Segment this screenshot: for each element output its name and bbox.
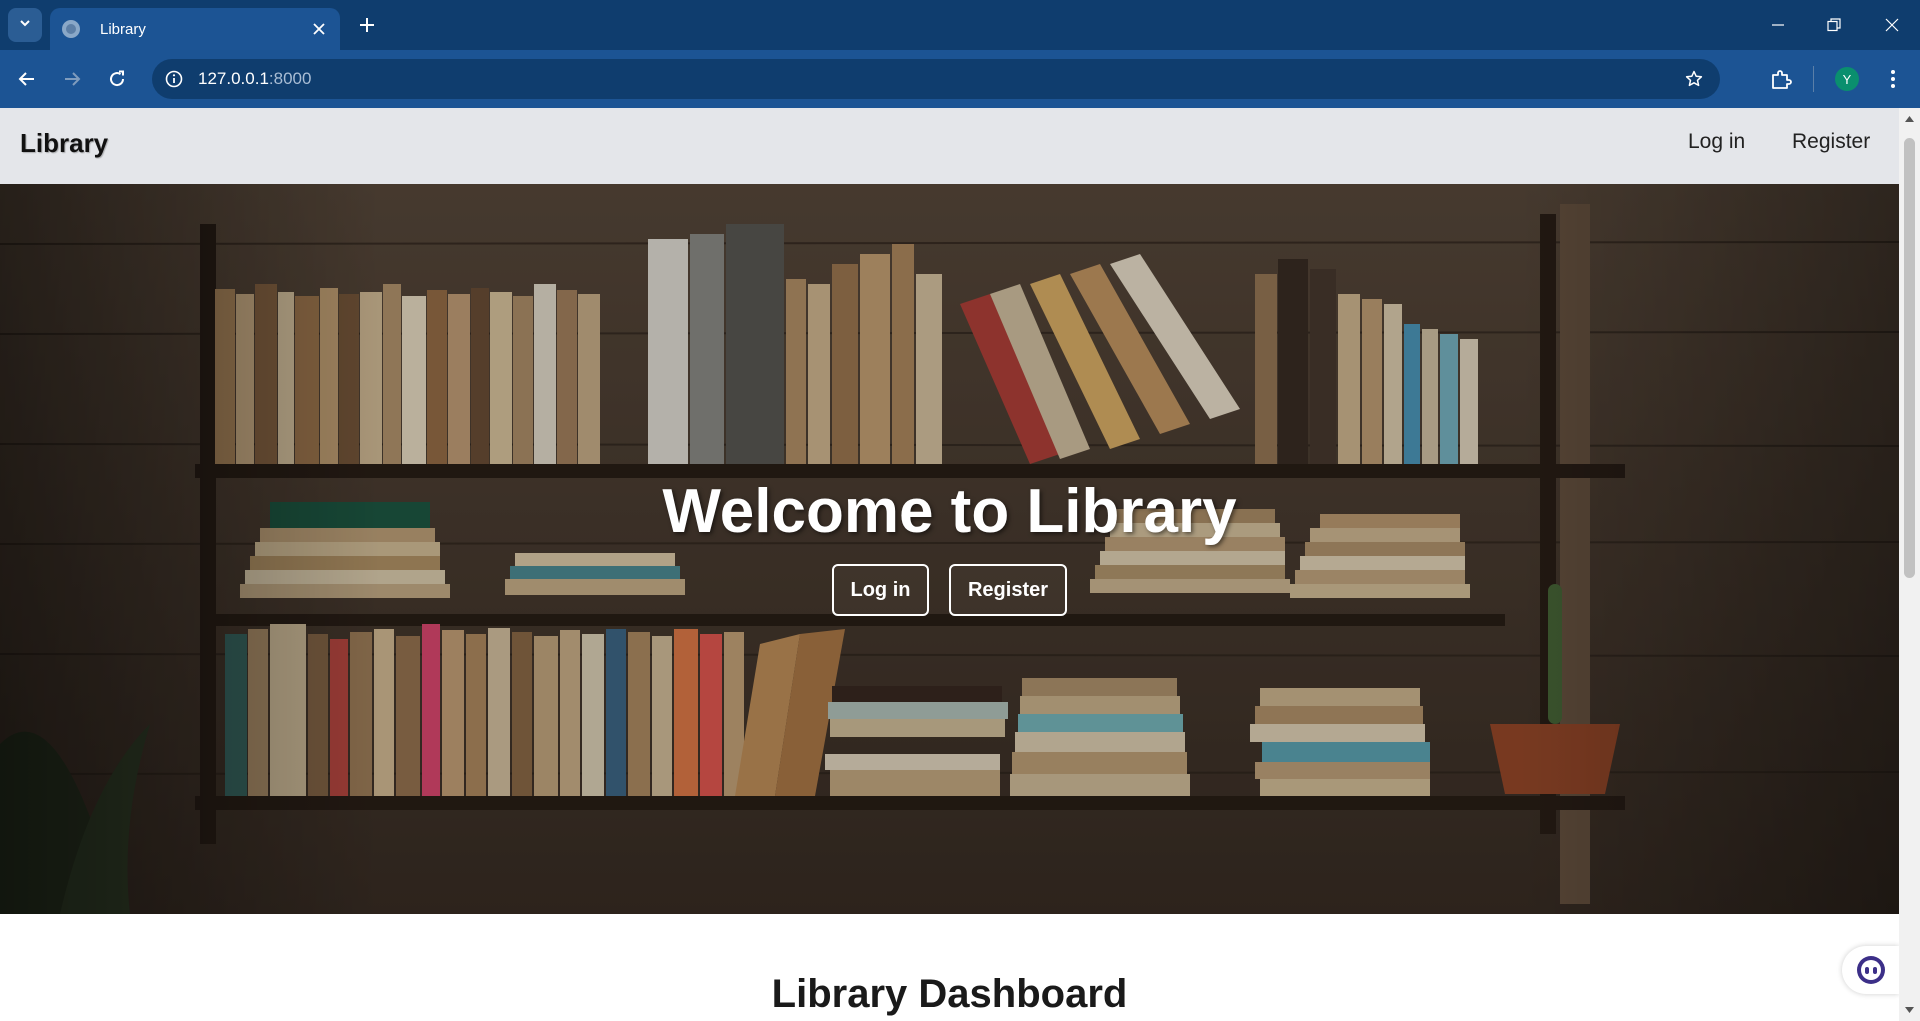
forward-button[interactable] [55,62,89,96]
url-port: :8000 [268,69,312,88]
hero-section: Welcome to Library Log in Register [0,184,1899,914]
hero-register-button[interactable]: Register [949,564,1067,616]
chat-assistant-button[interactable] [1842,946,1899,994]
address-bar[interactable]: 127.0.0.1:8000 [152,59,1720,99]
close-icon [313,23,325,35]
minimize-icon [1772,24,1784,26]
scroll-up-arrow-icon[interactable] [1904,114,1915,124]
scroll-down-arrow-icon[interactable] [1904,1005,1915,1015]
toolbar-divider [1813,66,1814,92]
hero-title: Welcome to Library [662,477,1237,546]
page-scrollbar[interactable] [1899,108,1920,1021]
hero-login-button[interactable]: Log in [832,564,929,616]
window-close-button[interactable] [1866,0,1918,50]
tab-title: Library [100,20,146,38]
chevron-down-icon [18,16,32,35]
nav-register-link[interactable]: Register [1792,130,1870,154]
minimize-button[interactable] [1752,0,1804,50]
profile-avatar[interactable]: Y [1830,62,1864,96]
plus-icon [360,18,374,32]
dashboard-heading: Library Dashboard [771,972,1128,1016]
close-icon [1885,18,1899,32]
more-menu-icon[interactable] [1876,62,1910,96]
tab-search-button[interactable] [8,8,42,42]
browser-tab-strip: Library [0,0,1920,50]
browser-tab-library[interactable]: Library [50,8,340,50]
arrow-right-icon [65,72,81,86]
bookmark-star-icon[interactable] [1678,63,1710,95]
site-info-icon[interactable] [156,61,192,97]
hero-dark-overlay [0,184,1899,914]
restore-button[interactable] [1808,0,1860,50]
globe-icon [62,20,80,38]
assistant-bot-icon [1856,956,1885,984]
tab-close-button[interactable] [306,16,332,42]
arrow-left-icon [18,72,34,86]
url-text: 127.0.0.1:8000 [198,69,311,89]
scrollbar-thumb[interactable] [1904,138,1915,578]
url-host: 127.0.0.1 [198,69,269,88]
new-tab-button[interactable] [352,10,382,40]
avatar: Y [1835,67,1859,91]
nav-login-link[interactable]: Log in [1688,130,1745,154]
site-brand[interactable]: Library [20,128,108,159]
extensions-icon[interactable] [1764,62,1798,96]
back-button[interactable] [10,62,44,96]
reload-icon [110,70,125,87]
browser-toolbar: 127.0.0.1:8000 Y [0,50,1920,108]
restore-icon [1827,18,1841,32]
reload-button[interactable] [100,62,134,96]
page-viewport: Library Log in Register Welcome to Libra… [0,108,1899,1021]
site-navbar: Library Log in Register [0,108,1899,184]
